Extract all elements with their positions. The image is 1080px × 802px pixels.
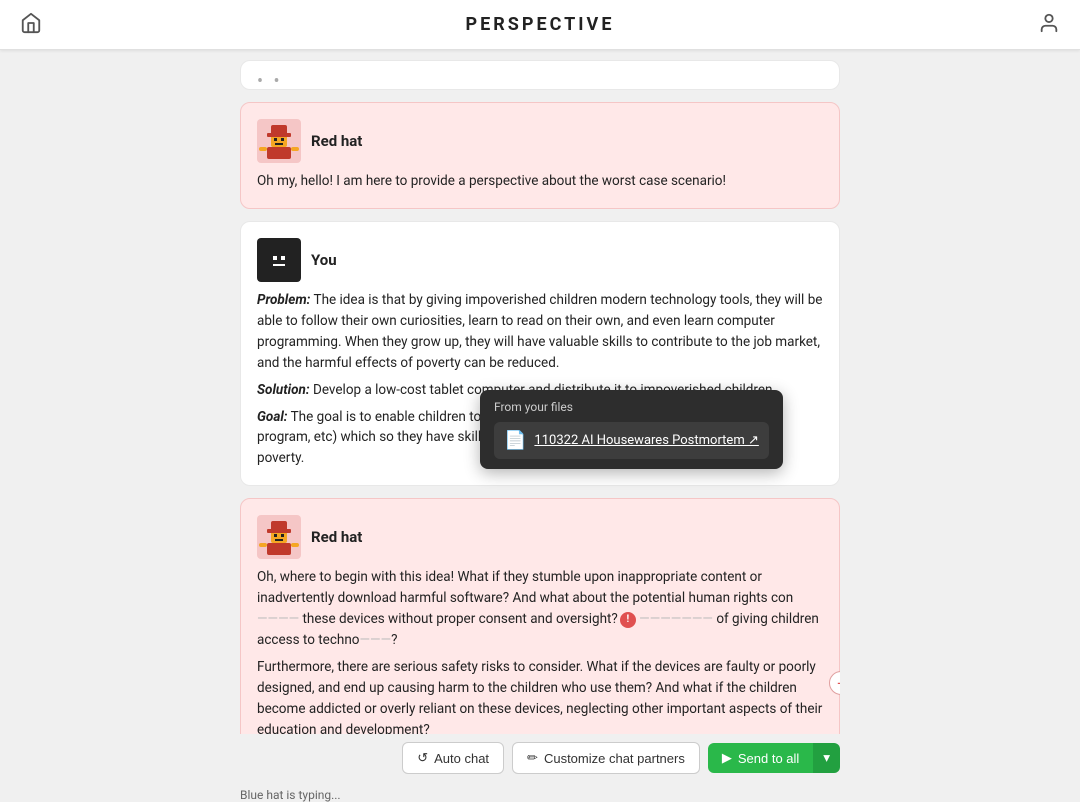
file-icon: 📄 xyxy=(504,430,526,451)
redhat2-para1: Oh, where to begin with this idea! What … xyxy=(257,567,823,651)
send-dropdown-button[interactable]: ▾ xyxy=(813,743,840,773)
redhat2-para2: Furthermore, there are serious safety ri… xyxy=(257,657,823,734)
tooltip-title: From your files xyxy=(494,400,769,414)
solution-label: Solution: xyxy=(257,382,310,398)
message-header-1: Red hat xyxy=(257,119,823,163)
goal-label: Goal: xyxy=(257,409,288,425)
customize-icon: ✏ xyxy=(527,750,538,766)
customize-label: Customize chat partners xyxy=(544,751,685,766)
avatar-redhat-2 xyxy=(257,515,301,559)
status-text: Blue hat is typing... xyxy=(240,788,341,802)
file-tooltip: From your files 📄 110322 AI Housewares P… xyxy=(480,390,783,469)
problem-text: The idea is that by giving impoverished … xyxy=(257,292,822,371)
home-icon[interactable] xyxy=(20,12,42,38)
problem-para: Problem: The idea is that by giving impo… xyxy=(257,290,823,374)
sender-name-3: Red hat xyxy=(311,528,362,546)
sender-name-1: Red hat xyxy=(311,132,362,150)
avatar-you xyxy=(257,238,301,282)
file-name: 110322 AI Housewares Postmortem ↗ xyxy=(534,433,758,448)
partial-dots: • • xyxy=(257,71,283,92)
auto-chat-icon: ↺ xyxy=(417,750,428,766)
send-all-button[interactable]: ▶ Send to all xyxy=(708,743,813,773)
chevron-down-icon: ▾ xyxy=(823,750,830,765)
customize-partners-button[interactable]: ✏ Customize chat partners xyxy=(512,742,700,774)
message-wrapper-1: Red hat Oh my, hello! I am here to provi… xyxy=(240,102,840,209)
status-bar: Blue hat is typing... xyxy=(0,784,1080,802)
message-wrapper-3: Red hat Oh, where to begin with this ide… xyxy=(240,498,840,734)
message-card-redhat-2: Red hat Oh, where to begin with this ide… xyxy=(240,498,840,734)
auto-chat-button[interactable]: ↺ Auto chat xyxy=(402,742,504,774)
partial-top-card: • • xyxy=(240,60,840,90)
send-group: ▶ Send to all ▾ xyxy=(708,743,840,773)
send-icon: ▶ xyxy=(722,750,732,766)
app-title: PERSPECTIVE xyxy=(466,14,615,35)
problem-label: Problem: xyxy=(257,292,310,308)
send-all-label: Send to all xyxy=(738,751,799,766)
message-header-3: Red hat xyxy=(257,515,823,559)
avatar-redhat-1 xyxy=(257,119,301,163)
user-icon[interactable] xyxy=(1038,12,1060,38)
message-body-1: Oh my, hello! I am here to provide a per… xyxy=(257,171,823,192)
toolbar: ↺ Auto chat ✏ Customize chat partners ▶ … xyxy=(240,742,840,774)
message-card-redhat-1: Red hat Oh my, hello! I am here to provi… xyxy=(240,102,840,209)
tooltip-file-item[interactable]: 📄 110322 AI Housewares Postmortem ↗ xyxy=(494,422,769,459)
message-body-3: Oh, where to begin with this idea! What … xyxy=(257,567,823,734)
auto-chat-label: Auto chat xyxy=(434,751,489,766)
app-header: PERSPECTIVE xyxy=(0,0,1080,50)
info-dot: ! xyxy=(620,612,636,628)
sender-name-2: You xyxy=(311,251,337,269)
message-text-1: Oh my, hello! I am here to provide a per… xyxy=(257,171,823,192)
remove-message-button[interactable]: − xyxy=(829,671,840,695)
message-header-2: You xyxy=(257,238,823,282)
